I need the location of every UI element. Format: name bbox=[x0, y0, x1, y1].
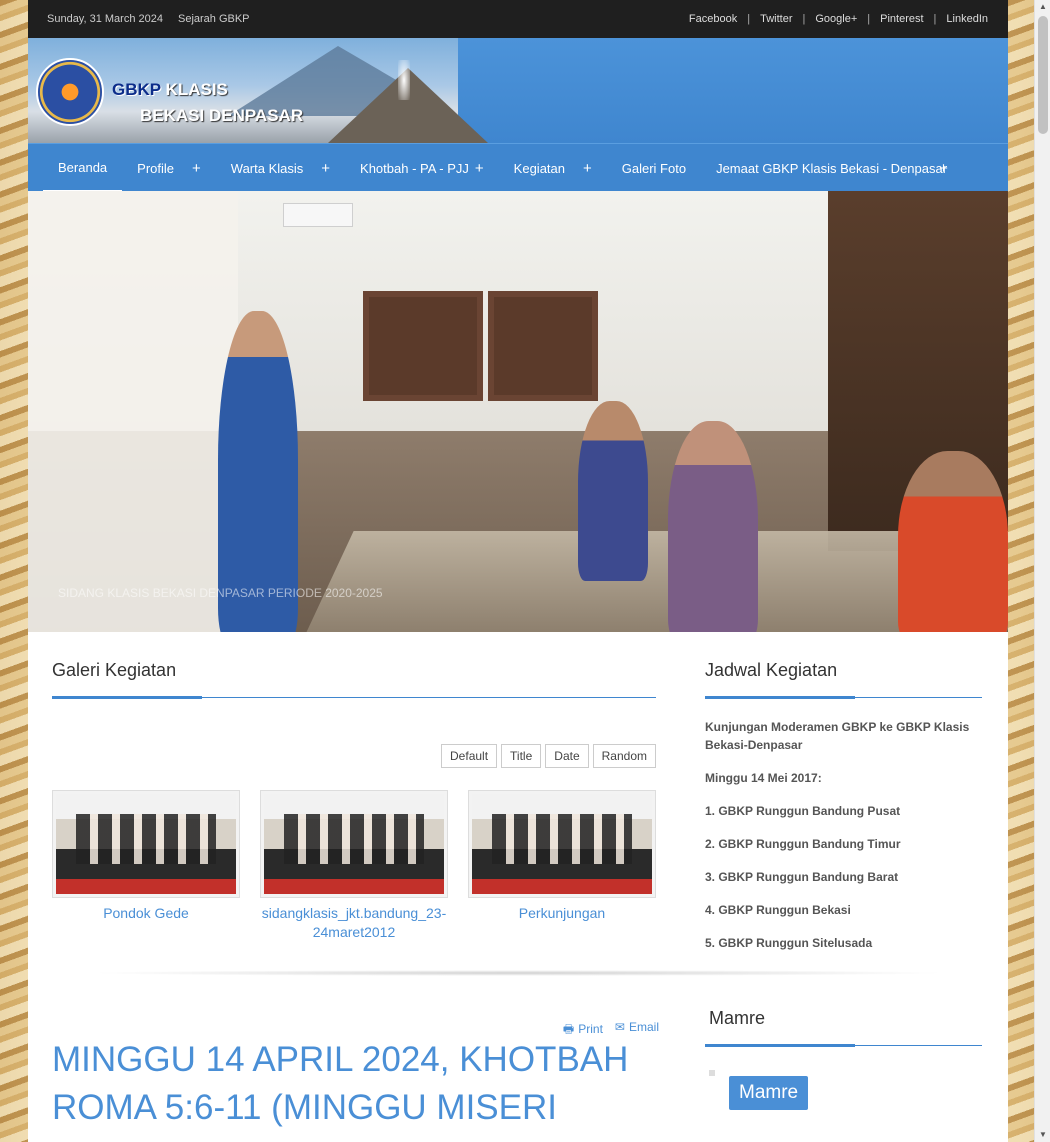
schedule-title: Jadwal Kegiatan bbox=[705, 660, 982, 699]
logo-klasis-text: KLASIS bbox=[165, 80, 228, 99]
mamre-title: Mamre bbox=[705, 1008, 982, 1047]
linkedin-link[interactable]: LinkedIn bbox=[946, 13, 988, 25]
slide-photo-whiteboard bbox=[28, 191, 238, 632]
sort-random-button[interactable]: Random bbox=[592, 744, 656, 768]
section-divider-shadow bbox=[88, 970, 948, 976]
schedule-item: 3. GBKP Runggun Bandung Barat bbox=[705, 870, 899, 884]
nav-item-khotbah[interactable]: Khotbah - PA - PJJ + bbox=[345, 144, 499, 192]
expand-plus-icon[interactable]: + bbox=[583, 160, 592, 177]
scroll-up-arrow-icon[interactable]: ▲ bbox=[1035, 0, 1050, 14]
history-link[interactable]: Sejarah GBKP bbox=[178, 13, 250, 25]
light-glow bbox=[398, 60, 410, 100]
gallery-item-title[interactable]: Pondok Gede bbox=[52, 904, 240, 923]
mamre-image-placeholder bbox=[709, 1070, 715, 1076]
nav-label: Kegiatan bbox=[513, 160, 565, 176]
sort-title-button[interactable]: Title bbox=[501, 744, 542, 768]
email-label: Email bbox=[628, 1020, 659, 1034]
gallery-item[interactable]: Perkunjungan bbox=[468, 790, 656, 942]
expand-plus-icon[interactable]: + bbox=[475, 160, 484, 177]
schedule-item: 1. GBKP Runggun Bandung Pusat bbox=[705, 804, 901, 818]
slide-caption: SIDANG KLASIS BEKASI DENPASAR PERIODE 20… bbox=[58, 586, 383, 600]
scroll-thumb[interactable] bbox=[1038, 16, 1048, 134]
slide-photo-ac-unit bbox=[283, 203, 353, 227]
google-plus-link[interactable]: Google+ bbox=[815, 13, 857, 25]
schedule-heading: Kunjungan Moderamen GBKP ke GBKP Klasis … bbox=[705, 720, 970, 752]
nav-item-galeri-foto[interactable]: Galeri Foto bbox=[607, 144, 701, 192]
site-header: GBKP KLASIS BEKASI DENPASAR bbox=[28, 38, 1008, 143]
group-photo-image bbox=[472, 794, 652, 894]
separator: | bbox=[802, 13, 806, 25]
nav-label: Khotbah - PA - PJJ bbox=[360, 160, 469, 176]
logo-text-line1: GBKP KLASIS bbox=[112, 80, 228, 100]
main-navigation: Beranda Profile + Warta Klasis + Khotbah… bbox=[28, 143, 1008, 192]
background-wheat-right bbox=[1008, 0, 1034, 1142]
twitter-link[interactable]: Twitter bbox=[760, 13, 792, 25]
expand-plus-icon[interactable]: + bbox=[321, 160, 330, 177]
schedule-item: 5. GBKP Runggun Sitelusada bbox=[705, 936, 873, 950]
header-banner[interactable]: GBKP KLASIS BEKASI DENPASAR bbox=[28, 38, 488, 143]
expand-plus-icon[interactable]: + bbox=[192, 160, 201, 177]
slide-photo-person bbox=[218, 311, 298, 632]
printer-icon: 🖶 bbox=[562, 1022, 575, 1036]
nav-item-beranda[interactable]: Beranda bbox=[43, 144, 123, 192]
gallery-sort-bar: Default Title Date Random bbox=[441, 744, 656, 768]
scroll-down-arrow-icon[interactable]: ▼ bbox=[1035, 1128, 1050, 1142]
background-wheat-left bbox=[0, 0, 28, 1142]
gallery-item[interactable]: Pondok Gede bbox=[52, 790, 240, 942]
nav-item-warta-klasis[interactable]: Warta Klasis + bbox=[216, 144, 345, 192]
top-bar: Sunday, 31 March 2024 Sejarah GBKP Faceb… bbox=[28, 0, 1008, 38]
gallery-item-title[interactable]: Perkunjungan bbox=[468, 904, 656, 923]
page-wrapper: Sunday, 31 March 2024 Sejarah GBKP Faceb… bbox=[28, 0, 1008, 1142]
nav-label: Beranda bbox=[58, 159, 108, 175]
gallery-thumbnail[interactable] bbox=[52, 790, 240, 898]
sort-date-button[interactable]: Date bbox=[545, 744, 589, 768]
schedule-item: 2. GBKP Runggun Bandung Timur bbox=[705, 837, 901, 851]
nav-item-jemaat[interactable]: Jemaat GBKP Klasis Bekasi - Denpasar + bbox=[701, 144, 963, 192]
gallery-thumbnail[interactable] bbox=[260, 790, 448, 898]
expand-plus-icon[interactable]: + bbox=[939, 160, 948, 177]
separator: | bbox=[933, 13, 937, 25]
logo-gbkp-text: GBKP bbox=[112, 80, 161, 99]
pinterest-link[interactable]: Pinterest bbox=[880, 13, 923, 25]
print-label: Print bbox=[578, 1022, 603, 1036]
slide-photo-window bbox=[363, 291, 483, 401]
sort-default-button[interactable]: Default bbox=[441, 744, 498, 768]
article-title[interactable]: MINGGU 14 APRIL 2024, KHOTBAH ROMA 5:6-1… bbox=[52, 1036, 652, 1132]
gallery-item[interactable]: sidangklasis_jkt.bandung_23-24maret2012 bbox=[260, 790, 448, 942]
mamre-section: Mamre bbox=[705, 1008, 982, 1047]
slide-photo-person bbox=[578, 401, 648, 581]
slide-photo-person bbox=[898, 451, 1008, 632]
group-photo-image bbox=[56, 794, 236, 894]
nav-label: Galeri Foto bbox=[621, 160, 687, 176]
gallery-section: Galeri Kegiatan Default Title Date Rando… bbox=[52, 660, 656, 940]
separator: | bbox=[747, 13, 751, 25]
schedule-date: Minggu 14 Mei 2017: bbox=[705, 771, 822, 785]
slide-photo-window bbox=[488, 291, 598, 401]
gallery-title: Galeri Kegiatan bbox=[52, 660, 656, 699]
logo-text-line2: BEKASI DENPASAR bbox=[140, 106, 304, 125]
schedule-content: Kunjungan Moderamen GBKP ke GBKP Klasis … bbox=[705, 718, 982, 952]
gallery-thumbnail[interactable] bbox=[468, 790, 656, 898]
gallery-item-title[interactable]: sidangklasis_jkt.bandung_23-24maret2012 bbox=[260, 904, 448, 942]
envelope-icon: ✉ bbox=[614, 1020, 625, 1034]
current-date: Sunday, 31 March 2024 bbox=[47, 13, 163, 25]
hero-slider[interactable]: SIDANG KLASIS BEKASI DENPASAR PERIODE 20… bbox=[28, 191, 1008, 632]
page-scrollbar[interactable]: ▲ ▼ bbox=[1034, 0, 1050, 1142]
nav-label: Profile bbox=[137, 160, 175, 176]
nav-item-profile[interactable]: Profile + bbox=[122, 144, 216, 192]
social-links: Facebook | Twitter | Google+ | Pinterest… bbox=[689, 13, 988, 25]
church-logo-icon[interactable] bbox=[36, 58, 104, 126]
facebook-link[interactable]: Facebook bbox=[689, 13, 737, 25]
nav-item-kegiatan[interactable]: Kegiatan + bbox=[499, 144, 607, 192]
gallery-grid: Pondok Gede sidangklasis_jkt.bandung_23-… bbox=[52, 790, 656, 942]
schedule-item: 4. GBKP Runggun Bekasi bbox=[705, 903, 851, 917]
separator: | bbox=[867, 13, 871, 25]
mamre-button[interactable]: Mamre bbox=[729, 1076, 809, 1110]
group-photo-image bbox=[264, 794, 444, 894]
nav-label: Jemaat GBKP Klasis Bekasi - Denpasar bbox=[716, 160, 948, 176]
nav-label: Warta Klasis bbox=[230, 160, 304, 176]
schedule-section: Jadwal Kegiatan Kunjungan Moderamen GBKP… bbox=[705, 660, 982, 967]
slide-photo-person bbox=[668, 421, 758, 632]
